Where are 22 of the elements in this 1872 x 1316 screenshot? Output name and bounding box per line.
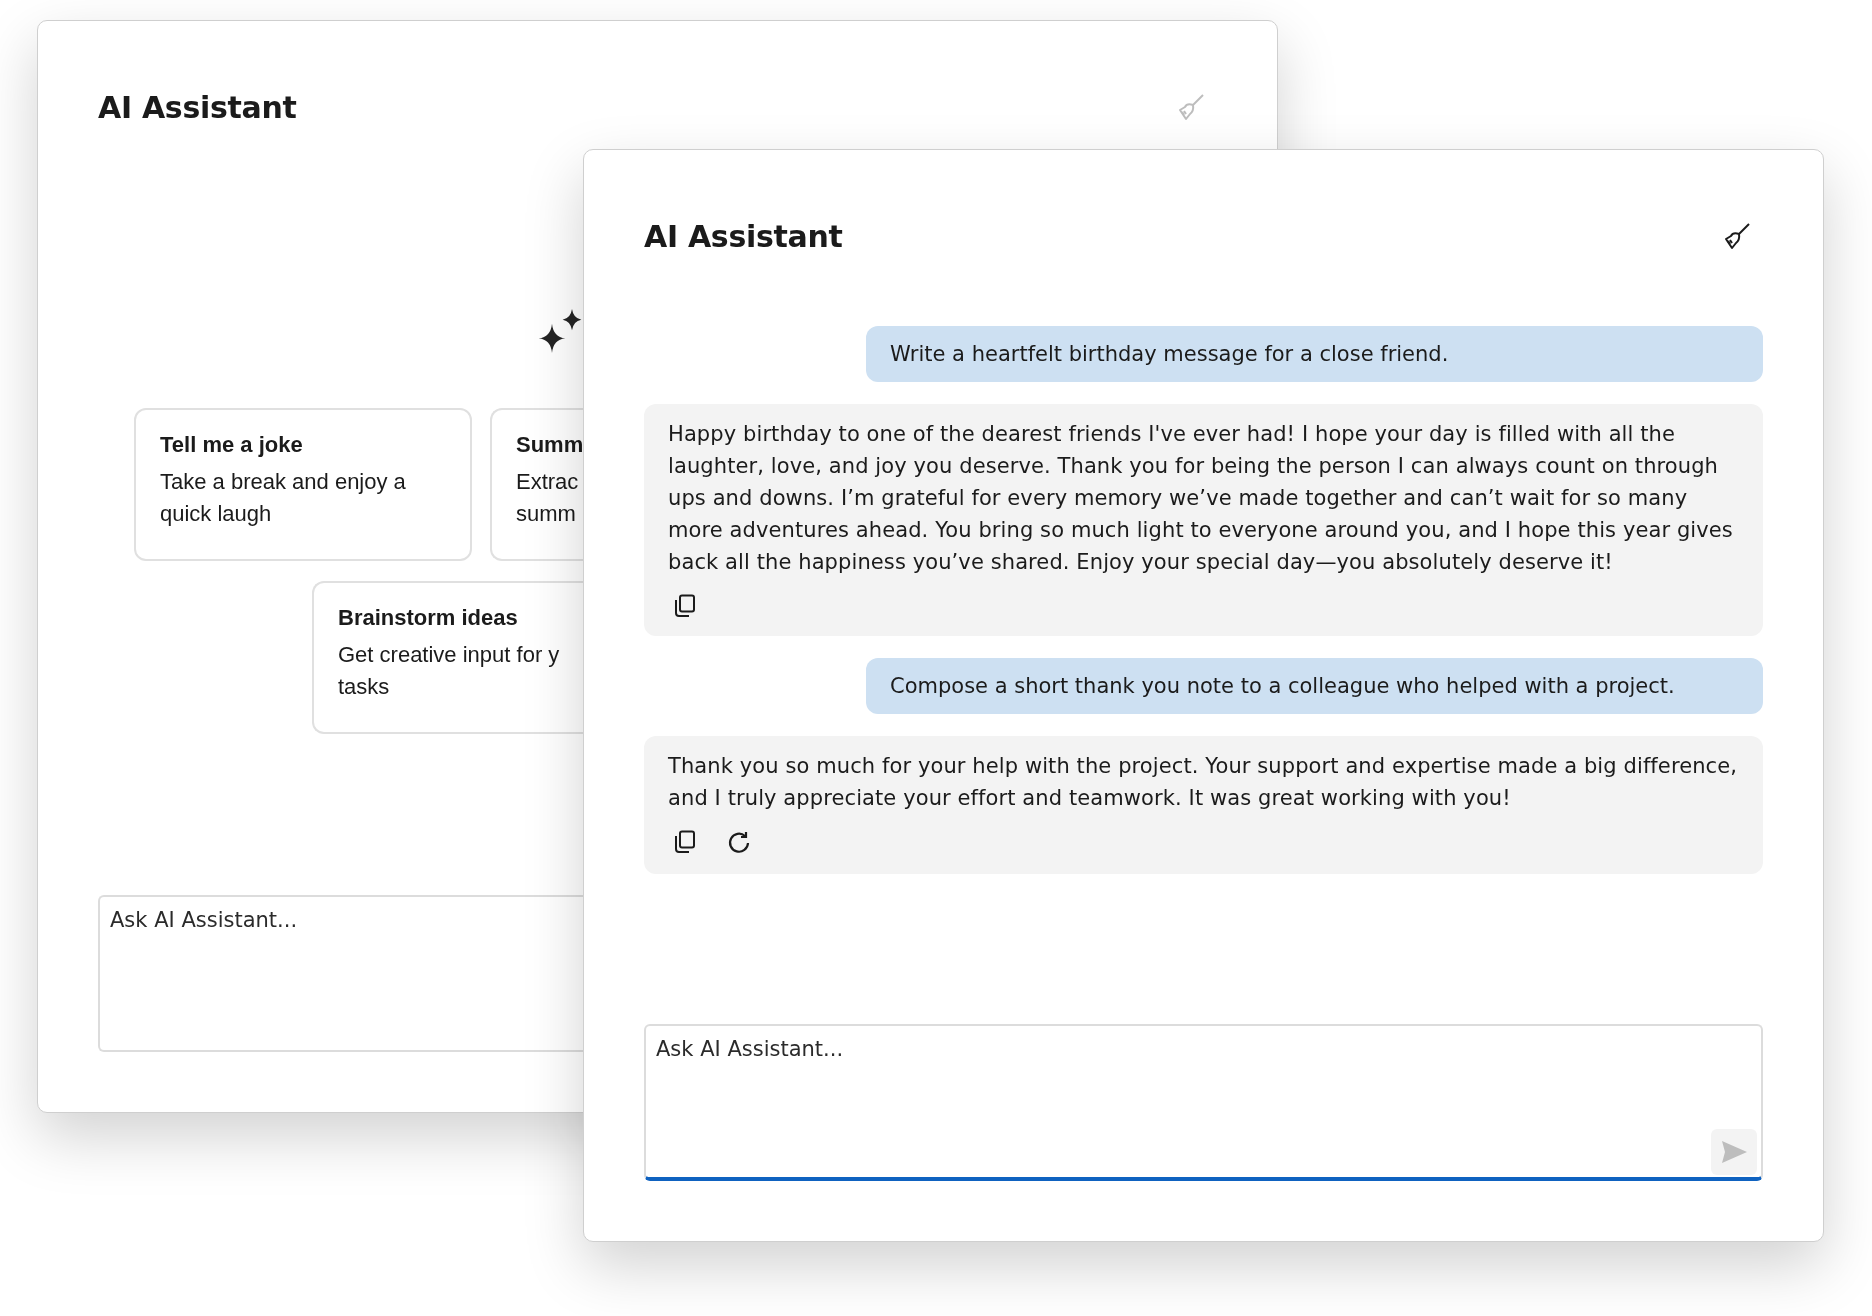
suggestion-card[interactable]: Tell me a joke Take a break and enjoy a quick laugh bbox=[134, 408, 472, 561]
broom-icon bbox=[1723, 222, 1751, 250]
card-title: Summ bbox=[516, 432, 585, 458]
window-title: AI Assistant bbox=[644, 218, 843, 254]
copy-icon bbox=[674, 594, 696, 618]
card-description: Take a break and enjoy a quick laugh bbox=[160, 468, 407, 528]
message-field[interactable]: Ask AI Assistant... bbox=[98, 895, 584, 1052]
send-icon bbox=[1720, 1139, 1748, 1165]
card-title: Brainstorm ideas bbox=[338, 605, 519, 631]
sparkle-icon bbox=[538, 309, 582, 353]
card-description: Get creative input for y tasks bbox=[338, 641, 561, 701]
message-text: Happy birthday to one of the dearest friends I've ever had! I hope your day is filled with all the laughter, love, and joy you deserve. Thank you for being the person I can always count on through ups and downs. I’m grateful for every memory we’ve made together and can’t wait for so many more adventures ahead. You bring so much light to everyone around you, and I hope this year gives back all the happiness you’ve shared. Enjoy your special day—you absolutely deserve it! bbox=[668, 421, 1734, 576]
user-message: Write a heartfelt birthday message for a close friend. bbox=[866, 326, 1763, 382]
copy-icon bbox=[674, 830, 696, 854]
message-text: Thank you so much for your help with the project. Your support and expertise made a big difference, and I truly appreciate your effort and teamwork. It was great working with you! bbox=[668, 753, 1739, 812]
user-message: Compose a short thank you note to a colleague who helped with a project. bbox=[866, 658, 1763, 714]
card-description: Extrac summ bbox=[516, 468, 580, 528]
broom-icon bbox=[1177, 93, 1205, 121]
refresh-icon bbox=[726, 830, 752, 856]
card-title: Tell me a joke bbox=[160, 432, 304, 458]
message-field[interactable]: Ask AI Assistant... bbox=[644, 1024, 1763, 1181]
window-title: AI Assistant bbox=[98, 89, 297, 125]
